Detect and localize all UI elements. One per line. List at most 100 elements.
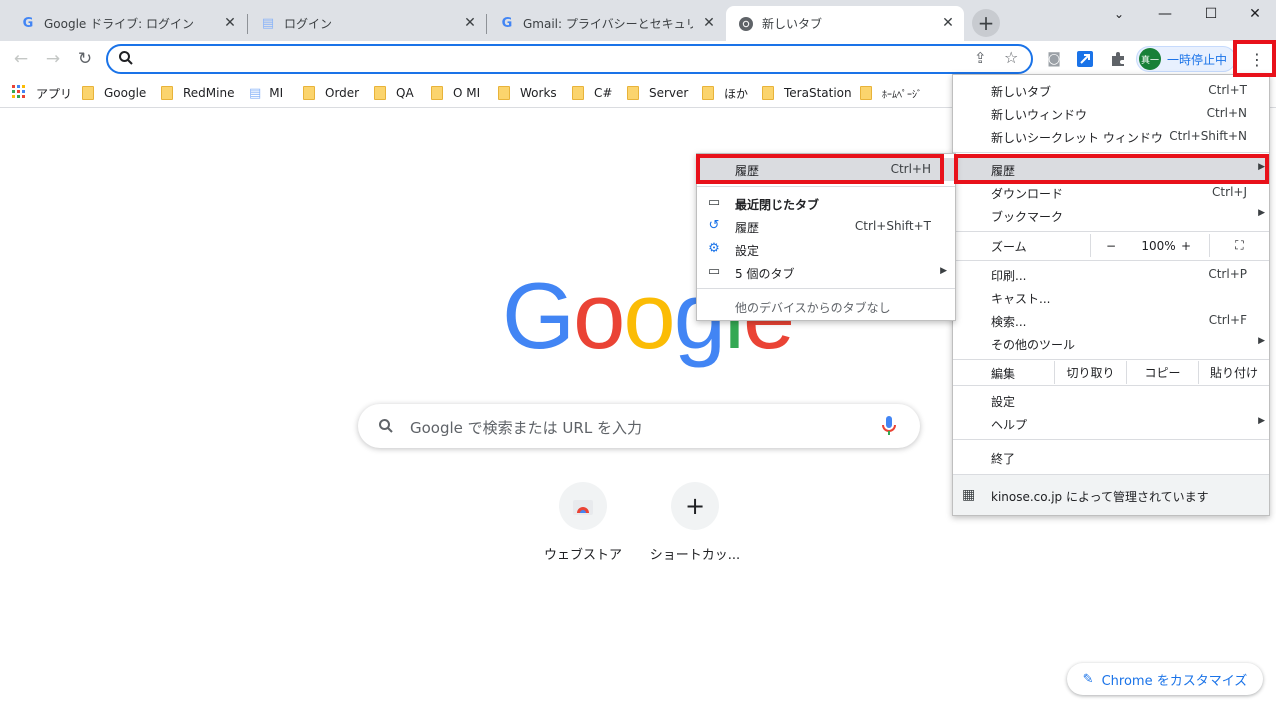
logo-letter: o xyxy=(623,263,675,368)
folder-icon xyxy=(860,86,872,100)
profile-status: 一時停止中 xyxy=(1167,52,1228,67)
bookmark-page[interactable]: ▤ MI xyxy=(249,83,283,103)
close-icon[interactable]: ✕ xyxy=(701,15,717,31)
bookmark-label: Order xyxy=(325,86,360,100)
bookmark-label: MI xyxy=(269,86,284,100)
menu-item-history[interactable]: 履歴 ▶ xyxy=(953,158,1269,181)
bookmark-folder[interactable]: ﾎｰﾑﾍﾟｰｼﾞ xyxy=(860,83,922,103)
folder-icon xyxy=(431,86,443,100)
customize-chrome-button[interactable]: ✎ Chrome をカスタマイズ xyxy=(1067,663,1263,695)
bookmark-folder[interactable]: Google xyxy=(82,83,146,103)
submenu-item-tabs[interactable]: ▭ 5 個のタブ ▶ xyxy=(697,261,955,284)
menu-item-managed[interactable]: ▦ kinose.co.jp によって管理されています xyxy=(953,475,1269,515)
bookmark-folder[interactable]: Server xyxy=(627,83,688,103)
tab-gmail[interactable]: G Gmail: プライバシーとセキュリティを保護 ✕ xyxy=(487,6,725,41)
folder-icon xyxy=(374,86,386,100)
bookmark-folder[interactable]: ほか xyxy=(702,83,748,103)
tab-title: Gmail: プライバシーとセキュリティを保護 xyxy=(523,17,693,31)
bookmark-folder[interactable]: TeraStation xyxy=(762,83,852,103)
zoom-out-button[interactable]: − xyxy=(1090,234,1131,257)
apps-grid-icon xyxy=(12,84,26,102)
menu-edit-row: 編集 切り取り コピー 貼り付け xyxy=(953,361,1269,384)
shortcut-add[interactable]: + ショートカッ... xyxy=(639,482,751,563)
tab-search-icon[interactable]: ⌄ xyxy=(1096,0,1142,28)
paste-button[interactable]: 貼り付け xyxy=(1198,361,1269,384)
menu-item-cast[interactable]: キャスト... xyxy=(953,286,1269,309)
extension-icon[interactable]: ◙ xyxy=(1041,46,1067,72)
tab-google-drive[interactable]: G Google ドライブ: ログイン ✕ xyxy=(8,6,246,41)
shortcut-webstore[interactable]: ウェブストア xyxy=(527,482,639,563)
submenu-item-settings[interactable]: ⚙ 設定 xyxy=(697,238,955,261)
extension-arrow-icon[interactable] xyxy=(1072,46,1098,72)
bookmark-label: ﾎｰﾑﾍﾟｰｼﾞ xyxy=(882,89,922,101)
zoom-in-button[interactable]: + xyxy=(1171,234,1201,257)
bookmark-folder[interactable]: O MI xyxy=(431,83,480,103)
cut-button[interactable]: 切り取り xyxy=(1054,361,1126,384)
search-placeholder[interactable]: Google で検索または URL を入力 xyxy=(410,417,642,438)
logo-letter: o xyxy=(573,263,625,368)
star-icon[interactable]: ☆ xyxy=(1004,48,1018,67)
avatar: 真一 xyxy=(1139,48,1161,70)
close-icon[interactable]: ✕ xyxy=(462,15,478,31)
profile-button[interactable]: 真一 一時停止中 xyxy=(1136,46,1236,72)
bookmark-folder[interactable]: RedMine xyxy=(161,83,234,103)
bookmark-label: TeraStation xyxy=(784,86,852,100)
building-icon: ▦ xyxy=(962,487,976,503)
search-icon xyxy=(118,50,134,70)
back-icon[interactable]: ← xyxy=(8,46,34,72)
menu-item-print[interactable]: 印刷... Ctrl+P xyxy=(953,263,1269,286)
tab-title: ログイン xyxy=(284,17,333,31)
close-icon[interactable]: ✕ xyxy=(940,15,956,31)
history-icon: ↺ xyxy=(708,218,720,233)
history-submenu: 履歴 Ctrl+H ▭ 最近閉じたタブ ↺ 履歴 Ctrl+Shift+T ⚙ 設定… xyxy=(696,153,956,321)
minimize-button[interactable]: — xyxy=(1142,0,1188,28)
reload-icon[interactable]: ↻ xyxy=(72,46,98,72)
folder-icon xyxy=(303,86,315,100)
menu-item-help[interactable]: ヘルプ ▶ xyxy=(953,412,1269,435)
copy-button[interactable]: コピー xyxy=(1126,361,1198,384)
fullscreen-icon[interactable]: ⛶ xyxy=(1209,234,1269,257)
edit-label: 編集 xyxy=(991,367,1016,381)
close-window-button[interactable]: ✕ xyxy=(1232,0,1276,28)
menu-item-bookmarks[interactable]: ブックマーク ▶ xyxy=(953,204,1269,227)
bookmark-folder[interactable]: Order xyxy=(303,83,359,103)
forward-icon[interactable]: → xyxy=(40,46,66,72)
menu-divider xyxy=(953,152,1269,153)
close-icon[interactable]: ✕ xyxy=(222,15,238,31)
submenu-item-history[interactable]: 履歴 Ctrl+H xyxy=(697,158,955,181)
more-menu-icon[interactable]: ⋮ xyxy=(1244,46,1270,72)
submenu-item-history-restore[interactable]: ↺ 履歴 Ctrl+Shift+T xyxy=(697,215,955,238)
menu-zoom-row: ズーム − 100% + ⛶ xyxy=(953,234,1269,257)
chrome-icon xyxy=(738,16,754,32)
microphone-icon[interactable] xyxy=(882,416,896,439)
menu-item-new-window[interactable]: 新しいウィンドウ Ctrl+N xyxy=(953,102,1269,125)
tab-new-tab[interactable]: 新しいタブ ✕ xyxy=(726,6,964,41)
gear-icon: ⚙ xyxy=(708,241,720,256)
menu-divider xyxy=(697,186,955,187)
menu-item-exit[interactable]: 終了 xyxy=(953,446,1269,469)
bookmark-folder[interactable]: QA xyxy=(374,83,414,103)
address-bar[interactable]: ⇪ ☆ xyxy=(106,44,1033,74)
bookmark-label: Google xyxy=(104,86,147,100)
share-icon[interactable]: ⇪ xyxy=(974,49,987,67)
bookmark-apps[interactable]: アプリ xyxy=(12,83,72,103)
menu-item-find[interactable]: 検索... Ctrl+F xyxy=(953,309,1269,332)
tab-icon: ▭ xyxy=(707,195,721,210)
menu-item-new-tab[interactable]: 新しいタブ Ctrl+T xyxy=(953,79,1269,102)
shortcut-label: ショートカッ... xyxy=(649,548,741,563)
bookmark-folder[interactable]: Works xyxy=(498,83,557,103)
search-box[interactable]: Google で検索または URL を入力 xyxy=(358,404,920,448)
puzzle-icon[interactable] xyxy=(1105,46,1131,72)
add-icon: + xyxy=(671,482,719,530)
menu-item-downloads[interactable]: ダウンロード Ctrl+J xyxy=(953,181,1269,204)
menu-item-settings[interactable]: 設定 xyxy=(953,389,1269,412)
menu-item-more-tools[interactable]: その他のツール ▶ xyxy=(953,332,1269,355)
new-tab-button[interactable]: + xyxy=(972,9,1000,37)
menu-item-new-incognito[interactable]: 新しいシークレット ウィンドウ Ctrl+Shift+N xyxy=(953,125,1269,148)
maximize-button[interactable]: ☐ xyxy=(1188,0,1234,28)
tab-login[interactable]: ▤ ログイン ✕ xyxy=(248,6,486,41)
bookmark-folder[interactable]: C# xyxy=(572,83,612,103)
bookmark-label: Works xyxy=(520,86,557,100)
bookmark-label: アプリ xyxy=(36,86,73,101)
menu-divider xyxy=(953,260,1269,261)
